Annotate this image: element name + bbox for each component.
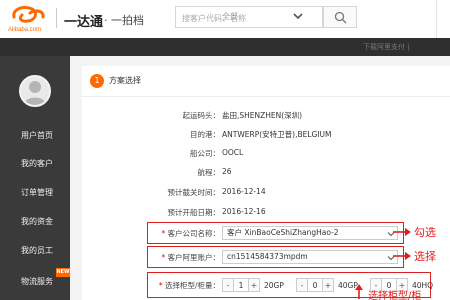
search-button[interactable] [323, 6, 357, 28]
header-right-divider [436, 0, 437, 38]
field-value: 2016-12-16 [222, 207, 266, 216]
container-type: 20GP [264, 281, 284, 290]
field-value: 2016-12-14 [222, 187, 266, 196]
sidebar-item-staff[interactable]: 我的员工 [0, 241, 70, 261]
customer-account-value: cn1514584373mpdm [227, 252, 308, 261]
header-divider [56, 8, 57, 28]
field-label: 船公司： [190, 149, 220, 158]
sidebar-item-label: 我的员工 [21, 246, 53, 255]
header-bar: Alibaba.com 一达通 · 一拍档 全部 [0, 0, 450, 38]
customer-account-select[interactable]: cn1514584373mpdm [222, 250, 398, 264]
sidebar-item-label: 我的客户 [21, 159, 53, 168]
alibaba-logo-icon [12, 5, 45, 23]
customer-name-label: * 客户公司名称： [161, 229, 220, 238]
chevron-down-icon[interactable] [291, 9, 305, 23]
field-label: 目的港： [190, 130, 220, 139]
field-label: 预计截关时间： [167, 188, 221, 197]
sidebar-item-label: 物流服务 [21, 277, 53, 286]
sidebar-item-orders[interactable]: 订单管理 [0, 183, 70, 203]
field-value: 26 [222, 167, 232, 176]
arrow-right-icon [393, 228, 411, 236]
annotation-check: 勾选 [414, 226, 436, 239]
sidebar-item-funds[interactable]: 我的资金 [0, 212, 70, 232]
field-label: 预计开船日期： [167, 208, 221, 217]
avatar[interactable] [19, 75, 51, 107]
decrement-button[interactable]: - [222, 278, 234, 292]
new-badge: NEW [56, 268, 70, 277]
brand-subtitle: · 一拍档 [104, 14, 144, 27]
field-value: ANTWERP(安特卫普),BELGIUM [222, 130, 332, 139]
step-title: 方案选择 [109, 76, 141, 85]
step-number-badge: 1 [90, 74, 104, 88]
sidebar-item-label: 我的资金 [21, 217, 53, 226]
arrow-up-icon [355, 284, 363, 299]
decrement-button[interactable]: - [296, 278, 308, 292]
customer-name-select[interactable]: 客户 XinBaoCeShiZhangHao-2 [222, 226, 398, 240]
download-pay-link[interactable]: 下载阿里支付 | [363, 42, 410, 52]
sidebar-item-logistics[interactable]: 物流服务 NEW [0, 268, 70, 292]
annotation-container: 选择柜型/柜 [368, 291, 422, 300]
arrow-right-icon [393, 252, 411, 260]
customer-name-value: 客户 XinBaoCeShiZhangHao-2 [227, 228, 339, 237]
brand-title: 一达通 [64, 15, 104, 30]
annotation-select: 选择 [414, 250, 436, 263]
user-avatar-icon [24, 81, 46, 105]
top-nav-bar: 下载阿里支付 | [0, 38, 450, 56]
sidebar-item-label: 用户首页 [21, 131, 53, 140]
increment-button[interactable]: + [322, 278, 334, 292]
field-value: OOCL [222, 148, 244, 157]
field-label: 航程： [197, 168, 221, 177]
sidebar-item-customers[interactable]: 我的客户 [0, 154, 70, 174]
search-scope-select[interactable]: 全部 [222, 11, 238, 22]
sidebar-item-home[interactable]: 用户首页 [0, 126, 70, 146]
form-panel: 1 方案选择 起运码头： 盐田,SHENZHEN(深圳) 目的港： ANTWER… [82, 66, 450, 300]
step-divider [82, 96, 450, 97]
sidebar: 用户首页 我的客户 订单管理 我的资金 我的员工 物流服务 NEW [0, 56, 70, 300]
search-icon [334, 11, 347, 24]
field-label: 起运码头： [182, 111, 221, 120]
sidebar-item-label: 订单管理 [21, 188, 53, 197]
alibaba-logo[interactable]: Alibaba.com [6, 2, 50, 36]
field-value: 盐田,SHENZHEN(深圳) [222, 111, 303, 120]
quantity-value[interactable]: 0 [308, 278, 322, 292]
main-content: 1 方案选择 起运码头： 盐田,SHENZHEN(深圳) 目的港： ANTWER… [70, 56, 450, 300]
increment-button[interactable]: + [248, 278, 260, 292]
container-label: * 选择柜型/柜量： [158, 281, 220, 290]
quantity-value[interactable]: 1 [234, 278, 248, 292]
customer-account-label: * 客户阿里账户： [161, 253, 220, 262]
logo-text: Alibaba.com [8, 27, 42, 33]
